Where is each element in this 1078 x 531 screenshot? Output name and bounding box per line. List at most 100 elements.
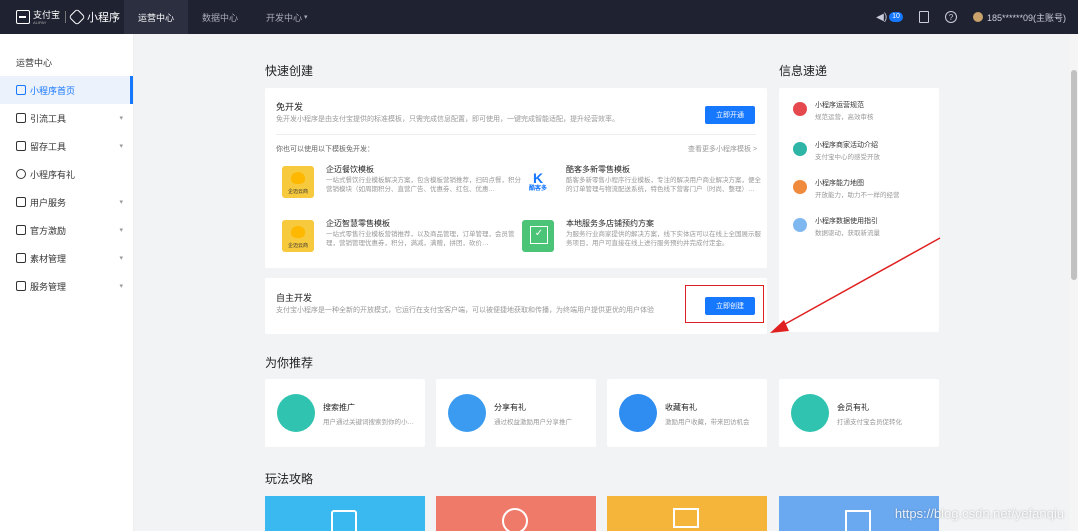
tab-dev-center[interactable]: 开发中心 ▾ [252, 0, 322, 34]
recommend-card-desc: 激励用户收藏，带来回访机会 [665, 419, 750, 426]
sidebar-item-material[interactable]: 素材管理 ▾ [0, 244, 133, 272]
free-dev-desc: 免开发小程序是由支付宝提供的标准模板，只需完成信息配置，即可使用，一键完成智能适… [276, 116, 619, 123]
sidebar-item-user-service[interactable]: 用户服务 ▾ [0, 188, 133, 216]
sidebar-item-traffic-tools[interactable]: 引流工具 ▾ [0, 104, 133, 132]
chevron-down-icon: ▾ [119, 199, 123, 206]
self-dev-desc: 支付宝小程序是一种全新的开放模式，它运行在支付宝客户端，可以被便捷地获取和传播，… [276, 307, 654, 314]
arrow-head [770, 320, 789, 333]
user-icon [16, 197, 26, 207]
strategy-card[interactable] [607, 496, 767, 531]
recommend-card-title: 分享有礼 [494, 403, 526, 412]
sidebar-item-label: 服务管理 [30, 281, 67, 292]
main-content: 快速创建 信息速递 免开发 免开发小程序是由支付宝提供的标准模板，只需完成信息配… [134, 34, 1078, 531]
incentive-icon [16, 225, 26, 235]
chart-icon [845, 510, 871, 531]
recommend-card-desc: 通过权益激励用户分享推广 [494, 419, 572, 426]
kukeduo-logo: K 酷客多 [522, 166, 554, 198]
document-button[interactable] [918, 11, 929, 23]
template-desc: 一站式零售行业模板营销推荐，以及商品管理，订单管理，会员管理，营销管理优惠券，积… [326, 231, 515, 247]
tab-label: 运营中心 [138, 12, 175, 23]
scrollbar-thumb[interactable] [1071, 70, 1077, 280]
info-item-title: 小程序能力地图 [815, 180, 864, 187]
free-dev-title: 免开发 [276, 102, 304, 112]
template-item[interactable]: 企迈云商 企迈餐饮模板 一站式餐饮行业模板解决方案，包含模板营销推荐，扫码点餐，… [282, 162, 522, 206]
search-icon [277, 394, 315, 432]
help-icon: ? [944, 11, 957, 23]
info-item[interactable]: 小程序商家活动介绍 支付宝中心的感受开放 [793, 140, 933, 170]
alipay-logo-text: 支付宝 [33, 9, 61, 20]
info-item[interactable]: 小程序能力地图 开放能力，助力不一样的经营 [793, 178, 933, 208]
notice-button[interactable]: ◀) 10 [876, 12, 903, 23]
highlight-box [685, 285, 764, 323]
tab-operation-center[interactable]: 运营中心 [124, 0, 189, 34]
recommend-card-member[interactable]: 会员有礼 打通支付宝会员促转化 [779, 379, 939, 447]
quick-create-card: 免开发 免开发小程序是由支付宝提供的标准模板，只需完成信息配置，即可使用，一键完… [265, 88, 767, 268]
tab-label: 数据中心 [202, 12, 239, 23]
speaker-icon: ◀) [876, 11, 888, 23]
avatar [972, 12, 983, 22]
sidebar-item-label: 素材管理 [30, 253, 67, 264]
sidebar-item-gift[interactable]: 小程序有礼 [0, 160, 133, 188]
annotation-arrow [770, 237, 941, 333]
recommend-card-desc: 用户通过关键词搜索到你的小… [323, 419, 414, 426]
open-now-button[interactable]: 立即开通 [705, 106, 755, 124]
sidebar-item-label: 用户服务 [30, 197, 67, 208]
map-icon [793, 180, 807, 194]
qimai-logo-text: 企迈云商 [287, 189, 308, 195]
chevron-down-icon: ▾ [119, 115, 123, 122]
template-item[interactable]: 企迈云商 企迈智慧零售模板 一站式零售行业模板营销推荐，以及商品管理，订单管理，… [282, 216, 522, 260]
template-title: 本地服务多店铺预约方案 [566, 219, 654, 228]
qimai-logo-text: 企迈云商 [287, 243, 308, 249]
product-name: 小程序 [87, 12, 121, 24]
info-item-desc: 规范运营，高效审核 [815, 114, 874, 121]
chevron-down-icon: ▾ [119, 283, 123, 290]
template-desc: 酷客多新零售小程序行业模板，专注的解决用户商业解决方案，便全的订单管理与物流配送… [566, 177, 761, 193]
sidebar-item-label: 小程序首页 [30, 85, 76, 96]
arrow-line [777, 237, 941, 329]
miniprogram-logo-icon [68, 8, 86, 26]
strategy-card[interactable] [265, 496, 425, 531]
info-item-title: 小程序运营规范 [815, 102, 864, 109]
template-item[interactable]: K 酷客多 酷客多新零售模板 酷客多新零售小程序行业模板，专注的解决用户商业解决方… [522, 162, 762, 206]
service-icon [16, 281, 26, 291]
sidebar-item-home[interactable]: 小程序首页 [0, 76, 133, 104]
globe-icon [793, 142, 807, 156]
template-title: 酷客多新零售模板 [566, 165, 630, 174]
template-item[interactable]: 本地服务多店铺预约方案 为服务行业商家提供的解决方案，线下实体店可以在线上全国展… [522, 216, 762, 260]
info-title: 信息速递 [779, 64, 828, 78]
member-icon [791, 394, 829, 432]
retention-icon [16, 141, 26, 151]
info-item-title: 小程序商家活动介绍 [815, 142, 878, 149]
info-item[interactable]: 小程序运营规范 规范运营，高效审核 [793, 100, 933, 130]
user-account: 185******09(主账号) [986, 12, 1066, 23]
more-templates-link[interactable]: 查看更多小程序模板 > [688, 144, 757, 154]
sidebar-item-retention-tools[interactable]: 留存工具 ▾ [0, 132, 133, 160]
help-button[interactable]: ? [944, 11, 957, 23]
template-title: 企迈餐饮模板 [326, 165, 374, 174]
template-title: 企迈智慧零售模板 [326, 219, 390, 228]
self-dev-title: 自主开发 [276, 293, 313, 303]
alipay-logo-sub: ALIPAY [33, 19, 47, 25]
recommend-card-title: 收藏有礼 [665, 403, 697, 412]
divider [276, 134, 756, 135]
qimai-logo: 企迈云商 [282, 166, 314, 198]
guide-icon [793, 218, 807, 232]
document-icon [918, 11, 929, 23]
sidebar-item-official-incentive[interactable]: 官方激励 ▾ [0, 216, 133, 244]
scrollbar[interactable] [1070, 34, 1078, 531]
gift-icon [16, 169, 26, 179]
star-icon [619, 394, 657, 432]
strategy-card[interactable] [436, 496, 596, 531]
quick-create-title: 快速创建 [265, 64, 314, 78]
template-hint: 你也可以使用以下模板免开发： [276, 146, 374, 153]
layers-icon [673, 508, 699, 528]
recommend-card-search[interactable]: 搜索推广 用户通过关键词搜索到你的小… [265, 379, 425, 447]
recommend-card-favorite[interactable]: 收藏有礼 激励用户收藏，带来回访机会 [607, 379, 767, 447]
alipay-logo-icon [16, 10, 30, 24]
user-menu[interactable]: 185******09(主账号) [972, 11, 1066, 24]
tab-data-center[interactable]: 数据中心 [188, 0, 252, 34]
alipay-logo[interactable]: 支付宝 ALIPAY 小程序 [0, 0, 124, 34]
sidebar-item-service-manage[interactable]: 服务管理 ▾ [0, 272, 133, 300]
calendar-check-icon [522, 220, 554, 252]
recommend-card-share[interactable]: 分享有礼 通过权益激励用户分享推广 [436, 379, 596, 447]
